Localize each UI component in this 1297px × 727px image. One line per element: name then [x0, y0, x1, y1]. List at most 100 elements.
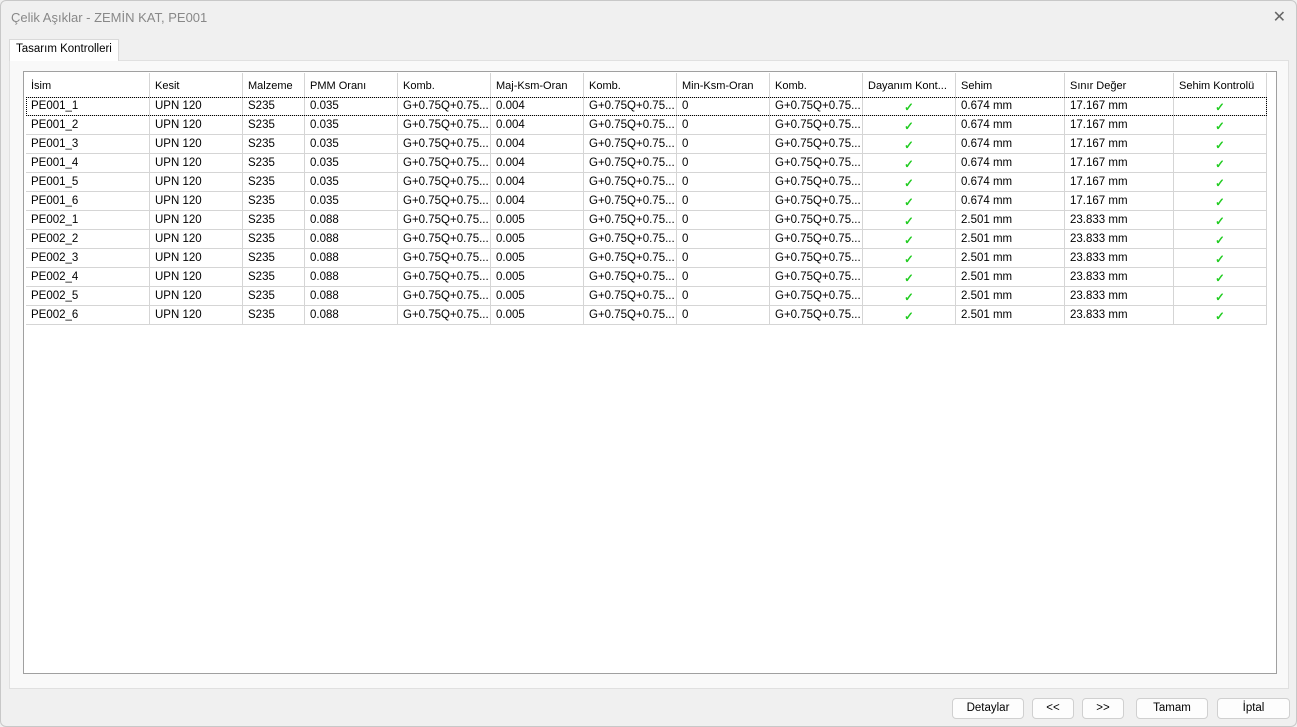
next-button[interactable]: >> — [1082, 698, 1124, 719]
table-cell: G+0.75Q+0.75... — [770, 230, 863, 249]
column-header[interactable]: Komb. — [584, 73, 677, 98]
column-header[interactable]: İsim — [26, 73, 150, 98]
table-cell: 0 — [677, 287, 770, 306]
table-cell: 0.004 — [491, 97, 584, 116]
table-row[interactable]: PE002_1 UPN 120 S235 0.088 G+0.75Q+0.75... 0.… — [26, 211, 1267, 230]
table-row[interactable]: PE002_4 UPN 120 S235 0.088 G+0.75Q+0.75... 0.… — [26, 268, 1267, 287]
table-cell: 2.501 mm — [956, 306, 1065, 325]
table-cell: S235 — [243, 173, 305, 192]
check-icon: ✓ — [1174, 249, 1267, 268]
check-icon: ✓ — [1174, 192, 1267, 211]
check-icon: ✓ — [1174, 230, 1267, 249]
table-cell: G+0.75Q+0.75... — [584, 211, 677, 230]
table-cell: 23.833 mm — [1065, 287, 1174, 306]
table-cell: 2.501 mm — [956, 268, 1065, 287]
column-header[interactable]: Min-Ksm-Oran — [677, 73, 770, 98]
table-cell: 0.035 — [305, 116, 398, 135]
check-icon: ✓ — [863, 287, 956, 306]
close-icon[interactable]: ✕ — [1273, 7, 1286, 27]
table-cell: 0.005 — [491, 249, 584, 268]
table-cell: 0 — [677, 230, 770, 249]
table-cell: UPN 120 — [150, 268, 243, 287]
table-cell: 0.674 mm — [956, 135, 1065, 154]
table-cell: UPN 120 — [150, 135, 243, 154]
column-header[interactable]: Komb. — [398, 73, 491, 98]
table-cell: 2.501 mm — [956, 249, 1065, 268]
table-cell: 0.088 — [305, 211, 398, 230]
table-cell: UPN 120 — [150, 230, 243, 249]
table-cell: 0.004 — [491, 135, 584, 154]
table-row[interactable]: PE001_5 UPN 120 S235 0.035 G+0.75Q+0.75... 0.… — [26, 173, 1267, 192]
table-cell: S235 — [243, 192, 305, 211]
column-header[interactable]: Sehim — [956, 73, 1065, 98]
table-row[interactable]: PE002_3 UPN 120 S235 0.088 G+0.75Q+0.75... 0.… — [26, 249, 1267, 268]
check-icon: ✓ — [1174, 306, 1267, 325]
table-cell: G+0.75Q+0.75... — [398, 306, 491, 325]
table-cell: S235 — [243, 154, 305, 173]
table-cell: PE001_5 — [26, 173, 150, 192]
cancel-button[interactable]: İptal — [1217, 698, 1290, 719]
table-cell: 0.088 — [305, 268, 398, 287]
check-icon: ✓ — [863, 173, 956, 192]
table-cell: UPN 120 — [150, 173, 243, 192]
results-table: İsim Kesit Malzeme PMM Oranı Komb. Maj-Ksm-Or… — [23, 71, 1277, 674]
table-row[interactable]: PE001_6 UPN 120 S235 0.035 G+0.75Q+0.75... 0.… — [26, 192, 1267, 211]
column-header[interactable]: Sınır Değer — [1065, 73, 1174, 98]
previous-button[interactable]: << — [1032, 698, 1074, 719]
details-button[interactable]: Detaylar — [952, 698, 1024, 719]
table-cell: 0 — [677, 173, 770, 192]
tab-tasarim-kontrolleri[interactable]: Tasarım Kontrolleri — [9, 39, 119, 61]
table-cell: PE002_4 — [26, 268, 150, 287]
check-icon: ✓ — [1174, 116, 1267, 135]
table-cell: UPN 120 — [150, 154, 243, 173]
table-cell: G+0.75Q+0.75... — [584, 97, 677, 116]
column-header[interactable]: Dayanım Kont... — [863, 73, 956, 98]
table-cell: G+0.75Q+0.75... — [770, 249, 863, 268]
table-cell: S235 — [243, 230, 305, 249]
table-cell: S235 — [243, 287, 305, 306]
column-header[interactable]: Malzeme — [243, 73, 305, 98]
table-cell: 23.833 mm — [1065, 230, 1174, 249]
table-cell: G+0.75Q+0.75... — [584, 192, 677, 211]
table-cell: G+0.75Q+0.75... — [770, 211, 863, 230]
check-icon: ✓ — [1174, 287, 1267, 306]
table-row[interactable]: PE002_5 UPN 120 S235 0.088 G+0.75Q+0.75... 0.… — [26, 287, 1267, 306]
table-row[interactable]: PE001_2 UPN 120 S235 0.035 G+0.75Q+0.75... 0.… — [26, 116, 1267, 135]
table-cell: 0.004 — [491, 173, 584, 192]
check-icon: ✓ — [863, 211, 956, 230]
table-cell: 0 — [677, 135, 770, 154]
table-cell: 0.004 — [491, 154, 584, 173]
table-cell: G+0.75Q+0.75... — [584, 268, 677, 287]
table-cell: S235 — [243, 97, 305, 116]
column-header[interactable]: Maj-Ksm-Oran — [491, 73, 584, 98]
column-header[interactable]: Komb. — [770, 73, 863, 98]
table-row[interactable]: PE001_4 UPN 120 S235 0.035 G+0.75Q+0.75... 0.… — [26, 154, 1267, 173]
window-title: Çelik Aşıklar - ZEMİN KAT, PE001 — [11, 10, 208, 25]
table-row[interactable]: PE001_3 UPN 120 S235 0.035 G+0.75Q+0.75... 0.… — [26, 135, 1267, 154]
ok-button[interactable]: Tamam — [1136, 698, 1208, 719]
table-cell: 0.674 mm — [956, 97, 1065, 116]
check-icon: ✓ — [863, 249, 956, 268]
column-header[interactable]: Kesit — [150, 73, 243, 98]
table-cell: PE001_6 — [26, 192, 150, 211]
table-cell: 0.004 — [491, 116, 584, 135]
column-header[interactable]: Sehim Kontrolü — [1174, 73, 1267, 98]
table-cell: 0.035 — [305, 192, 398, 211]
table-cell: 0.035 — [305, 154, 398, 173]
table-row[interactable]: PE002_6 UPN 120 S235 0.088 G+0.75Q+0.75... 0.… — [26, 306, 1267, 325]
table-cell: G+0.75Q+0.75... — [584, 116, 677, 135]
table-cell: 23.833 mm — [1065, 249, 1174, 268]
column-header[interactable]: PMM Oranı — [305, 73, 398, 98]
table-cell: G+0.75Q+0.75... — [770, 97, 863, 116]
table-cell: UPN 120 — [150, 97, 243, 116]
table-cell: 0 — [677, 192, 770, 211]
table-cell: G+0.75Q+0.75... — [770, 116, 863, 135]
check-icon: ✓ — [1174, 154, 1267, 173]
table-row[interactable]: PE002_2 UPN 120 S235 0.088 G+0.75Q+0.75... 0.… — [26, 230, 1267, 249]
table-cell: 0.035 — [305, 173, 398, 192]
table-cell: G+0.75Q+0.75... — [584, 249, 677, 268]
table-row[interactable]: PE001_1 UPN 120 S235 0.035 G+0.75Q+0.75... 0.… — [26, 97, 1267, 116]
table-cell: PE001_4 — [26, 154, 150, 173]
table-header: İsim Kesit Malzeme PMM Oranı Komb. Maj-Ksm-Or… — [26, 73, 1267, 98]
table-cell: 0.088 — [305, 306, 398, 325]
